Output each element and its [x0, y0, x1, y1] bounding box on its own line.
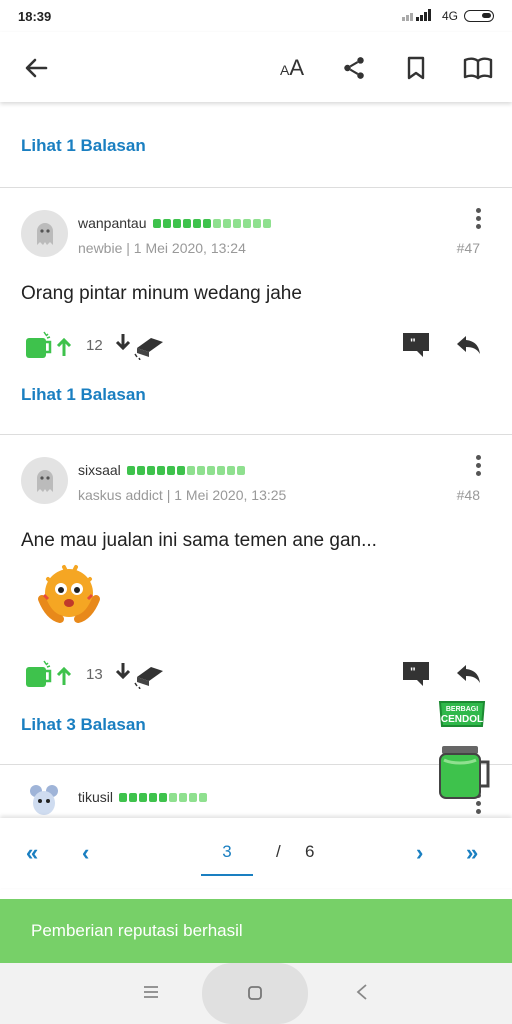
network-label: 4G: [441, 9, 458, 23]
view-replies-link[interactable]: Lihat 1 Balasan: [21, 136, 146, 156]
previous-page-button[interactable]: ‹: [82, 840, 89, 866]
more-options-button[interactable]: [476, 455, 482, 476]
reply-icon: [457, 336, 480, 354]
arrow-left-icon: [25, 58, 48, 78]
bata-brick-icon: [115, 663, 163, 689]
text-size-icon: AA: [279, 55, 305, 80]
post-meta: kaskus addict | 1 Mei 2020, 13:25: [78, 487, 287, 503]
ghost-avatar-icon: [36, 222, 53, 245]
post-item: wanpantau newbie | 1 Mei 2020, 13:24 #47…: [0, 188, 512, 435]
reader-mode-button[interactable]: [458, 50, 498, 86]
bookmark-button[interactable]: [396, 50, 436, 86]
give-bata-button[interactable]: [115, 330, 165, 360]
cendol-badge-line2: CENDOL: [441, 714, 483, 725]
ghost-avatar-icon: [36, 469, 53, 492]
post-body: Orang pintar minum wedang jahe: [21, 283, 302, 304]
status-bar: 18:39 4G: [0, 0, 512, 32]
quote-button[interactable]: ": [402, 661, 430, 687]
rank-bars: [152, 218, 271, 228]
system-navigation-bar: [0, 963, 512, 1024]
sticker-emoticon: [34, 559, 104, 634]
home-nav-button[interactable]: [202, 963, 308, 1024]
quote-icon: ": [403, 333, 429, 357]
next-page-button[interactable]: ›: [416, 840, 423, 866]
give-cendol-button[interactable]: [24, 330, 72, 360]
bata-brick-icon: [115, 334, 163, 360]
username[interactable]: wanpantau: [78, 215, 147, 231]
view-replies-link[interactable]: Lihat 3 Balasan: [21, 715, 146, 735]
mouse-avatar-icon: [30, 785, 58, 815]
menu-nav-button[interactable]: [142, 983, 160, 1006]
share-cendol-button[interactable]: BERBAGI CENDOL: [434, 698, 494, 808]
bookmark-icon: [407, 56, 425, 80]
cendol-cup-icon: [26, 660, 72, 687]
page-separator: /: [276, 842, 281, 861]
svg-text:": ": [410, 665, 416, 679]
more-options-button[interactable]: [476, 208, 482, 229]
username[interactable]: sixsaal: [78, 462, 121, 478]
first-page-button[interactable]: «: [26, 840, 38, 866]
post-author[interactable]: wanpantau: [78, 215, 271, 231]
svg-text:": ": [410, 336, 416, 350]
post-body: Ane mau jualan ini sama temen ane gan...: [21, 530, 377, 551]
give-cendol-button[interactable]: [24, 659, 72, 689]
post-actions: 12 ": [24, 328, 482, 362]
top-app-bar: AA: [0, 32, 512, 102]
post-author[interactable]: tikusil: [78, 789, 208, 805]
avatar[interactable]: [26, 781, 62, 818]
signal-icon: [401, 8, 436, 24]
post-number: #47: [456, 240, 480, 256]
cendol-badge-line1: BERBAGI: [446, 706, 478, 713]
pagination-bar: « ‹ 3 / 6 › »: [0, 818, 512, 888]
previous-post-partial: Lihat 1 Balasan: [0, 102, 512, 188]
reply-button[interactable]: [456, 334, 482, 356]
menu-icon: [144, 986, 158, 998]
username[interactable]: tikusil: [78, 789, 113, 805]
post-number: #48: [456, 487, 480, 503]
share-icon: [344, 57, 364, 79]
post-meta: newbie | 1 Mei 2020, 13:24: [78, 240, 246, 256]
back-nav-button[interactable]: [355, 983, 369, 1007]
avatar[interactable]: [21, 210, 68, 257]
home-square-icon: [248, 986, 262, 1000]
reply-icon: [457, 665, 480, 683]
quote-icon: ": [403, 662, 429, 686]
status-time: 18:39: [18, 8, 52, 24]
view-replies-link[interactable]: Lihat 1 Balasan: [21, 385, 146, 405]
back-button[interactable]: [20, 52, 52, 84]
last-page-button[interactable]: »: [466, 840, 478, 866]
back-chevron-icon: [356, 984, 367, 1000]
reply-button[interactable]: [456, 663, 482, 685]
share-button[interactable]: [334, 50, 374, 86]
total-pages: 6: [305, 842, 315, 861]
cendol-cup-icon: [26, 331, 72, 358]
post-actions: 13 ": [24, 657, 482, 691]
avatar[interactable]: [21, 457, 68, 504]
rank-bars: [126, 465, 245, 475]
give-bata-button[interactable]: [115, 659, 165, 689]
post-author[interactable]: sixsaal: [78, 462, 245, 478]
battery-icon: [464, 10, 494, 22]
rank-bars: [119, 792, 208, 802]
text-size-button[interactable]: AA: [272, 50, 312, 86]
cendol-count: 13: [86, 665, 103, 683]
status-icons: 4G: [401, 8, 494, 24]
quote-button[interactable]: ": [402, 332, 430, 358]
open-book-icon: [463, 57, 493, 80]
excited-emoticon-icon: [38, 565, 100, 623]
cendol-count: 12: [86, 336, 103, 354]
current-page-input[interactable]: 3: [201, 842, 253, 876]
success-toast: Pemberian reputasi berhasil: [0, 899, 512, 963]
toast-message: Pemberian reputasi berhasil: [31, 921, 243, 940]
cendol-jar-icon: BERBAGI CENDOL: [438, 701, 490, 799]
